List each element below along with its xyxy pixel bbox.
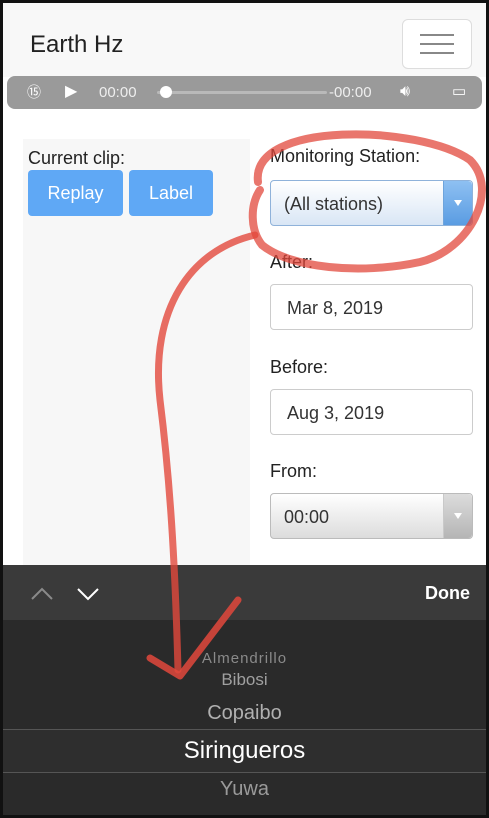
chevron-down-icon bbox=[443, 494, 472, 538]
remaining-time: -00:00 bbox=[329, 84, 372, 101]
picker-item[interactable]: Copaibo bbox=[3, 702, 486, 725]
chevron-down-icon bbox=[443, 181, 472, 225]
replay-button[interactable]: Replay bbox=[28, 170, 123, 216]
progress-knob[interactable] bbox=[160, 86, 172, 98]
play-icon[interactable]: ▶ bbox=[65, 83, 77, 101]
hamburger-icon bbox=[420, 52, 454, 54]
done-button[interactable]: Done bbox=[425, 583, 470, 604]
progress-track[interactable] bbox=[157, 91, 327, 94]
airplay-icon[interactable]: ▭ bbox=[452, 83, 466, 101]
clip-panel: Current clip: Replay Label bbox=[23, 139, 250, 565]
from-label: From: bbox=[270, 461, 317, 481]
picker-item[interactable]: Yuwa bbox=[3, 778, 486, 801]
station-select[interactable]: (All stations) bbox=[270, 180, 473, 226]
picker-toolbar: Done bbox=[3, 565, 486, 620]
hamburger-icon bbox=[420, 34, 454, 36]
before-label: Before: bbox=[270, 357, 329, 377]
menu-button[interactable] bbox=[402, 19, 472, 69]
station-label: Monitoring Station: bbox=[270, 146, 421, 166]
from-time-select[interactable]: 00:00 bbox=[270, 493, 473, 539]
current-clip-label: Current clip: bbox=[28, 148, 126, 168]
main-content: Current clip: Replay Label Monitoring St… bbox=[3, 109, 486, 565]
picker-item[interactable]: Bibosi bbox=[3, 670, 486, 690]
picker-item-selected[interactable]: Siringueros bbox=[3, 737, 486, 765]
current-time: 00:00 bbox=[99, 84, 137, 101]
next-chevron-icon[interactable] bbox=[77, 588, 99, 601]
station-picker[interactable]: Almendrillo Bibosi Copaibo Siringueros Y… bbox=[3, 620, 486, 815]
audio-player: ⑮ ▶ 00:00 -00:00 🔊︎ ▭ bbox=[7, 76, 482, 109]
app-title: Earth Hz bbox=[30, 31, 124, 58]
chevron-nav-icons bbox=[31, 587, 99, 601]
station-select-value: (All stations) bbox=[284, 194, 384, 214]
volume-icon[interactable]: 🔊︎ bbox=[400, 83, 410, 101]
hamburger-icon bbox=[420, 43, 454, 45]
previous-chevron-icon[interactable] bbox=[31, 587, 53, 600]
after-date-field[interactable]: Mar 8, 2019 bbox=[270, 284, 473, 330]
label-button[interactable]: Label bbox=[129, 170, 213, 216]
picker-item[interactable]: Almendrillo bbox=[3, 650, 486, 667]
before-date-field[interactable]: Aug 3, 2019 bbox=[270, 389, 473, 435]
skip-back-15-icon[interactable]: ⑮ bbox=[27, 83, 41, 101]
after-label: After: bbox=[270, 252, 314, 272]
from-time-value: 00:00 bbox=[284, 507, 330, 527]
before-date-value: Aug 3, 2019 bbox=[287, 403, 385, 423]
top-bar: Earth Hz bbox=[3, 3, 486, 77]
after-date-value: Mar 8, 2019 bbox=[287, 298, 384, 318]
